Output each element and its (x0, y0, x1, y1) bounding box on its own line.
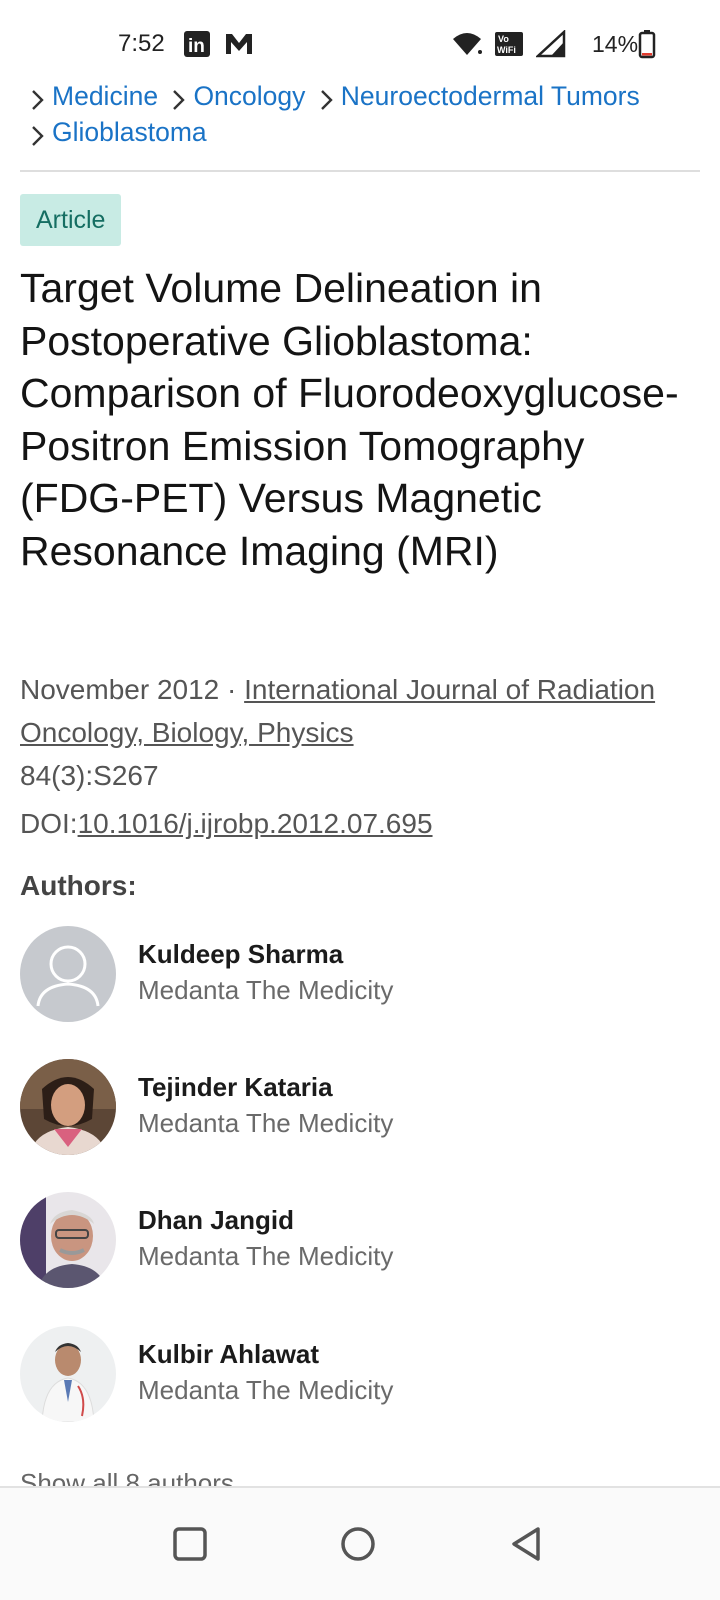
author-name[interactable]: Kuldeep Sharma (138, 939, 343, 970)
recents-button[interactable] (170, 1524, 210, 1564)
breadcrumb-label[interactable]: Glioblastoma (52, 114, 207, 150)
signal-icon (536, 30, 566, 58)
chevron-right-icon (28, 83, 50, 110)
svg-text:WiFi: WiFi (497, 45, 516, 55)
breadcrumb-item-glioblastoma[interactable]: Glioblastoma (28, 114, 207, 150)
home-button[interactable] (338, 1524, 378, 1564)
breadcrumb-label[interactable]: Neuroectodermal Tumors (341, 78, 640, 114)
author-item[interactable]: Kuldeep Sharma Medanta The Medicity (20, 926, 700, 1022)
author-item[interactable]: Kulbir Ahlawat Medanta The Medicity (20, 1326, 700, 1422)
breadcrumb-item-neuroectodermal-tumors[interactable]: Neuroectodermal Tumors (317, 78, 640, 114)
author-affiliation: Medanta The Medicity (138, 975, 394, 1005)
author-name[interactable]: Kulbir Ahlawat (138, 1339, 319, 1370)
wifi-icon (452, 30, 484, 58)
author-affiliation: Medanta The Medicity (138, 1108, 394, 1138)
authors-heading: Authors: (20, 870, 137, 901)
breadcrumb-item-medicine[interactable]: Medicine (28, 78, 158, 114)
author-item[interactable]: Tejinder Kataria Medanta The Medicity (20, 1059, 700, 1155)
status-bar: 7:52 in Vo WiFi 14% (0, 0, 720, 76)
article-type-badge: Article (20, 194, 122, 246)
avatar[interactable] (20, 1326, 116, 1422)
avatar[interactable] (20, 1192, 116, 1288)
breadcrumb-label[interactable]: Oncology (193, 78, 305, 114)
doi-label: DOI: (20, 808, 78, 839)
m-app-icon (224, 30, 254, 58)
publication-date: November 2012 (20, 674, 220, 705)
back-button[interactable] (506, 1524, 546, 1564)
author-affiliation: Medanta The Medicity (138, 1375, 394, 1405)
chevron-right-icon (28, 119, 50, 146)
doi-line: DOI:10.1016/j.ijrobp.2012.07.695 (20, 808, 433, 840)
navigation-bar (0, 1486, 720, 1600)
volte-wifi-icon: Vo WiFi (494, 30, 526, 58)
chevron-right-icon (169, 83, 191, 110)
article-title: Target Volume Delineation in Postoperati… (20, 265, 679, 574)
journal-volume: 84(3):S267 (20, 760, 159, 791)
status-time: 7:52 (118, 30, 165, 57)
breadcrumb-item-oncology[interactable]: Oncology (169, 78, 305, 114)
publication-meta: November 2012 · International Journal of… (20, 668, 700, 797)
doi-link[interactable]: 10.1016/j.ijrobp.2012.07.695 (78, 808, 433, 839)
battery-percent: 14% (592, 31, 639, 57)
breadcrumb-label[interactable]: Medicine (52, 78, 158, 114)
breadcrumb: Medicine Oncology Neuroectodermal Tumors… (28, 78, 708, 150)
chevron-right-icon (317, 83, 339, 110)
avatar[interactable] (20, 1059, 116, 1155)
battery-icon (638, 30, 656, 59)
author-name[interactable]: Tejinder Kataria (138, 1072, 333, 1103)
meta-separator: · (219, 674, 245, 705)
divider (20, 170, 700, 172)
author-item[interactable]: Dhan Jangid Medanta The Medicity (20, 1192, 700, 1288)
avatar-placeholder[interactable] (20, 926, 116, 1022)
linkedin-icon: in (183, 30, 211, 58)
author-name[interactable]: Dhan Jangid (138, 1205, 294, 1236)
author-affiliation: Medanta The Medicity (138, 1241, 394, 1271)
svg-text:Vo: Vo (498, 34, 509, 44)
svg-text:in: in (188, 36, 205, 57)
